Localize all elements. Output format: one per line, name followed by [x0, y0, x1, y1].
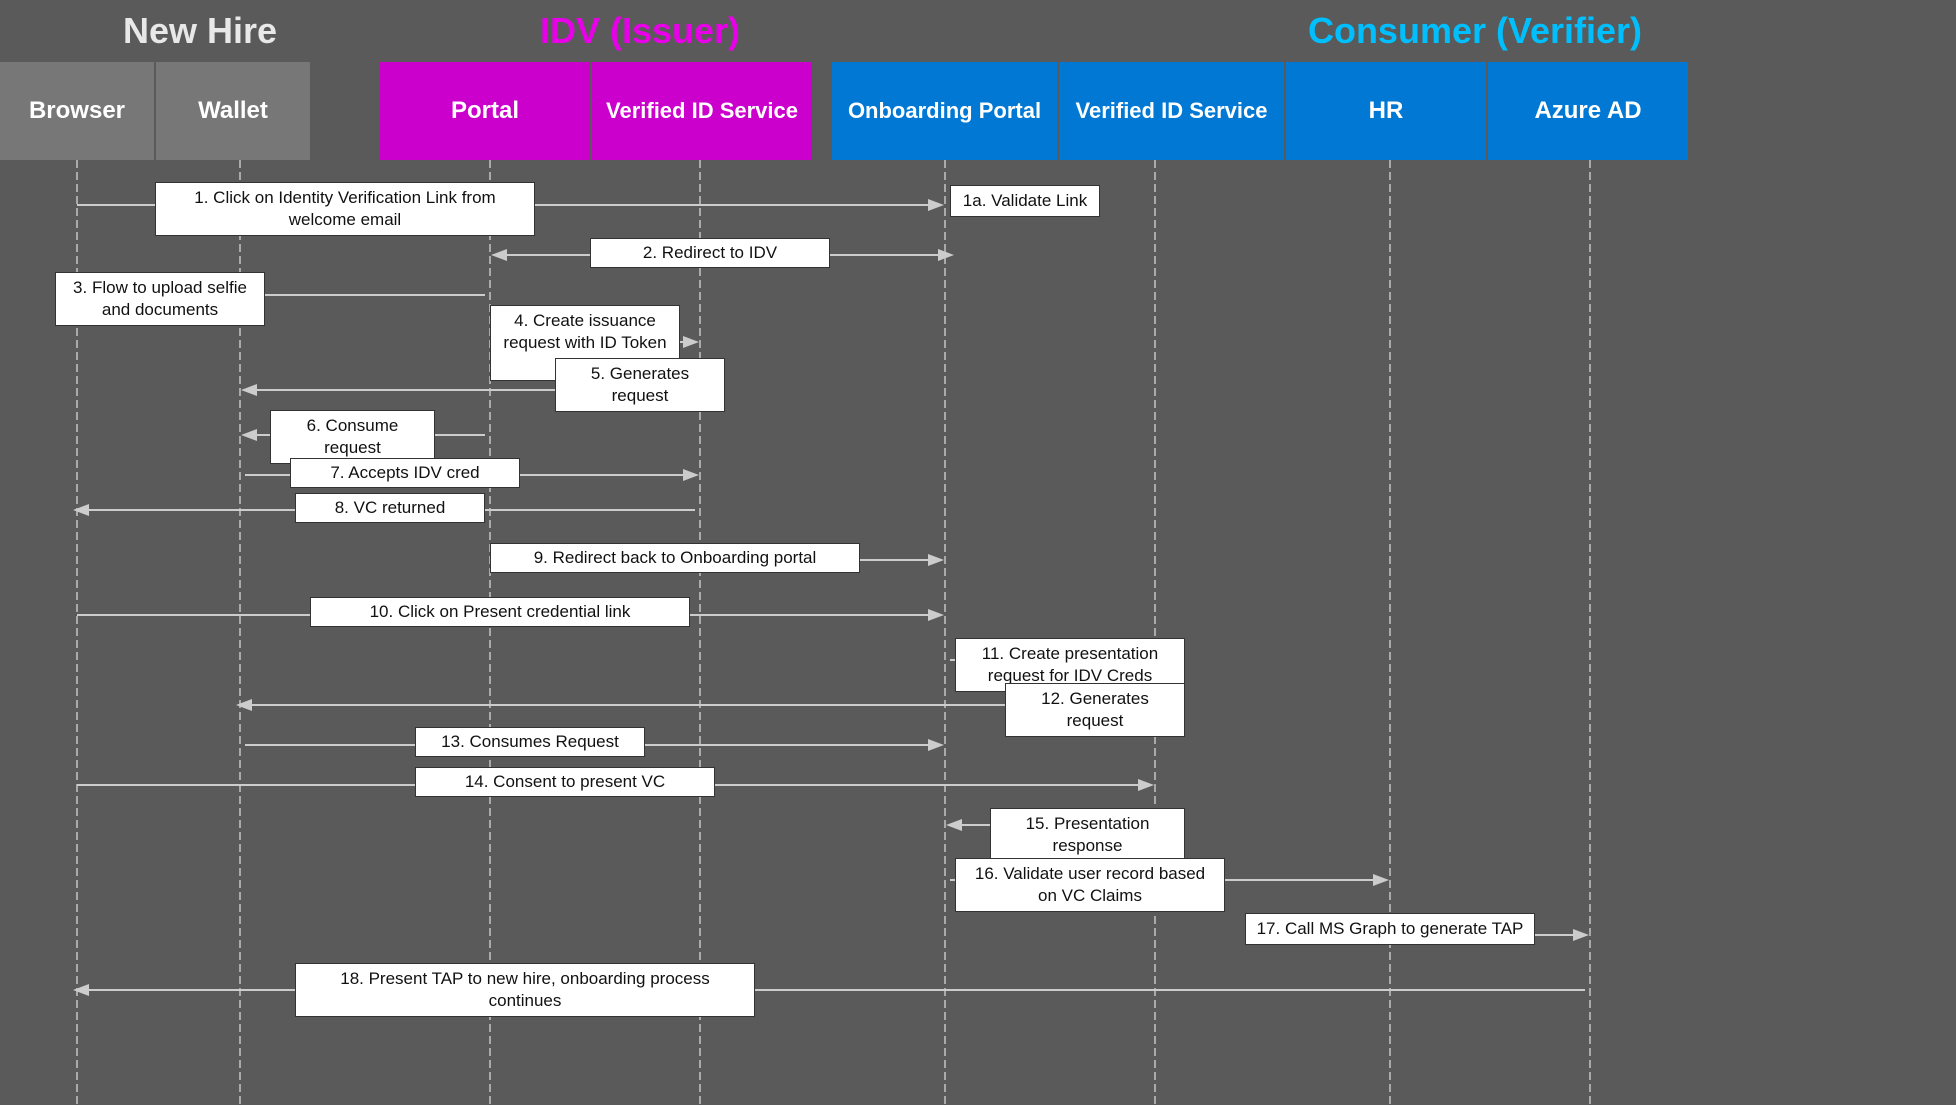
col-wallet: Wallet [156, 62, 310, 160]
diagram-container: New Hire IDV (Issuer) Consumer (Verifier… [0, 0, 1956, 1105]
idv-issuer-label: IDV (Issuer) [400, 10, 880, 52]
msg-box-12: 12. Generates request [1005, 683, 1185, 737]
col-azure-ad: Azure AD [1488, 62, 1688, 160]
msg-box-14: 14. Consent to present VC [415, 767, 715, 797]
diagram-svg [0, 0, 1956, 1105]
msg-box-3: 3. Flow to upload selfie and documents [55, 272, 265, 326]
col-onboarding-portal: Onboarding Portal [832, 62, 1057, 160]
msg-box-6: 6. Consume request [270, 410, 435, 464]
msg-box-7: 7. Accepts IDV cred [290, 458, 520, 488]
msg-box-16: 16. Validate user record based on VC Cla… [955, 858, 1225, 912]
consumer-verifier-label: Consumer (Verifier) [1050, 10, 1900, 52]
msg-box-13: 13. Consumes Request [415, 727, 645, 757]
msg-box-2: 2. Redirect to IDV [590, 238, 830, 268]
msg-box-18: 18. Present TAP to new hire, onboarding … [295, 963, 755, 1017]
msg-box-9: 9. Redirect back to Onboarding portal [490, 543, 860, 573]
msg-box-17: 17. Call MS Graph to generate TAP [1245, 913, 1535, 945]
msg-box-15: 15. Presentation response [990, 808, 1185, 862]
msg-box-10: 10. Click on Present credential link [310, 597, 690, 627]
col-hr: HR [1286, 62, 1486, 160]
msg-box-5: 5. Generates request [555, 358, 725, 412]
msg-box-1a: 1a. Validate Link [950, 185, 1100, 217]
col-verified-id-service-consumer: Verified ID Service [1059, 62, 1284, 160]
new-hire-label: New Hire [50, 10, 350, 52]
msg-box-1: 1. Click on Identity Verification Link f… [155, 182, 535, 236]
col-browser: Browser [0, 62, 154, 160]
col-portal: Portal [380, 62, 590, 160]
col-verified-id-service-idv: Verified ID Service [592, 62, 812, 160]
msg-box-8: 8. VC returned [295, 493, 485, 523]
